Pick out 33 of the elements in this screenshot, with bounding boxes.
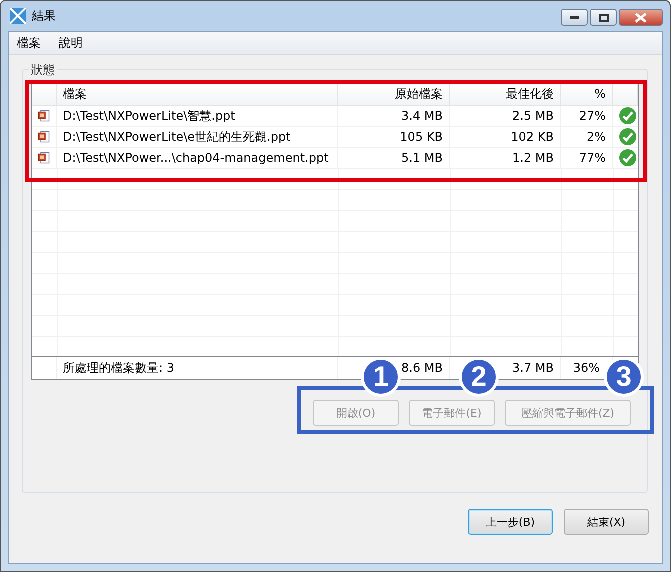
table-cell: 2.5 MB xyxy=(450,106,561,126)
table-cell: 3.4 MB xyxy=(338,106,450,126)
column-header[interactable]: 原始檔案 xyxy=(338,83,450,105)
table-cell: 102 KB xyxy=(450,127,561,147)
minimize-button[interactable] xyxy=(561,9,588,26)
column-header[interactable]: 檔案 xyxy=(57,83,338,105)
close-icon xyxy=(635,12,647,22)
table-cell: 5.1 MB xyxy=(338,148,450,168)
menu-item[interactable]: 檔案 xyxy=(9,32,49,54)
table-cell: 105 KB xyxy=(338,127,450,147)
table-cell: D:\Test\NXPowerLite\e世紀的生死觀.ppt xyxy=(57,127,338,147)
table-cell: 2% xyxy=(561,127,613,147)
table-cell: 77% xyxy=(561,148,613,168)
menu-item[interactable]: 說明 xyxy=(51,32,91,54)
dialog-button[interactable]: 結束(X) xyxy=(564,509,649,535)
table-cell: D:\Test\NXPower...\chap04-management.ppt xyxy=(57,148,338,168)
document-icon xyxy=(38,150,50,166)
table-cell: D:\Test\NXPowerLite\智慧.ppt xyxy=(57,106,338,126)
minimize-icon xyxy=(570,16,579,19)
column-header[interactable]: % xyxy=(561,83,613,105)
document-icon xyxy=(38,108,50,124)
column-header[interactable]: 最佳化後 xyxy=(450,83,561,105)
group-title: 狀態 xyxy=(29,62,57,79)
maximize-icon xyxy=(598,14,608,22)
table-cell: 27% xyxy=(561,106,613,126)
app-logo-icon xyxy=(10,8,26,24)
close-button[interactable] xyxy=(619,9,663,26)
document-icon xyxy=(38,129,50,145)
table-cell: 所處理的檔案數量: 3 xyxy=(57,357,338,379)
table-cell: 1.2 MB xyxy=(450,148,561,168)
dialog-button[interactable]: 上一步(B) xyxy=(468,509,553,535)
maximize-button[interactable] xyxy=(590,9,617,26)
window-title: 結果 xyxy=(32,8,56,24)
